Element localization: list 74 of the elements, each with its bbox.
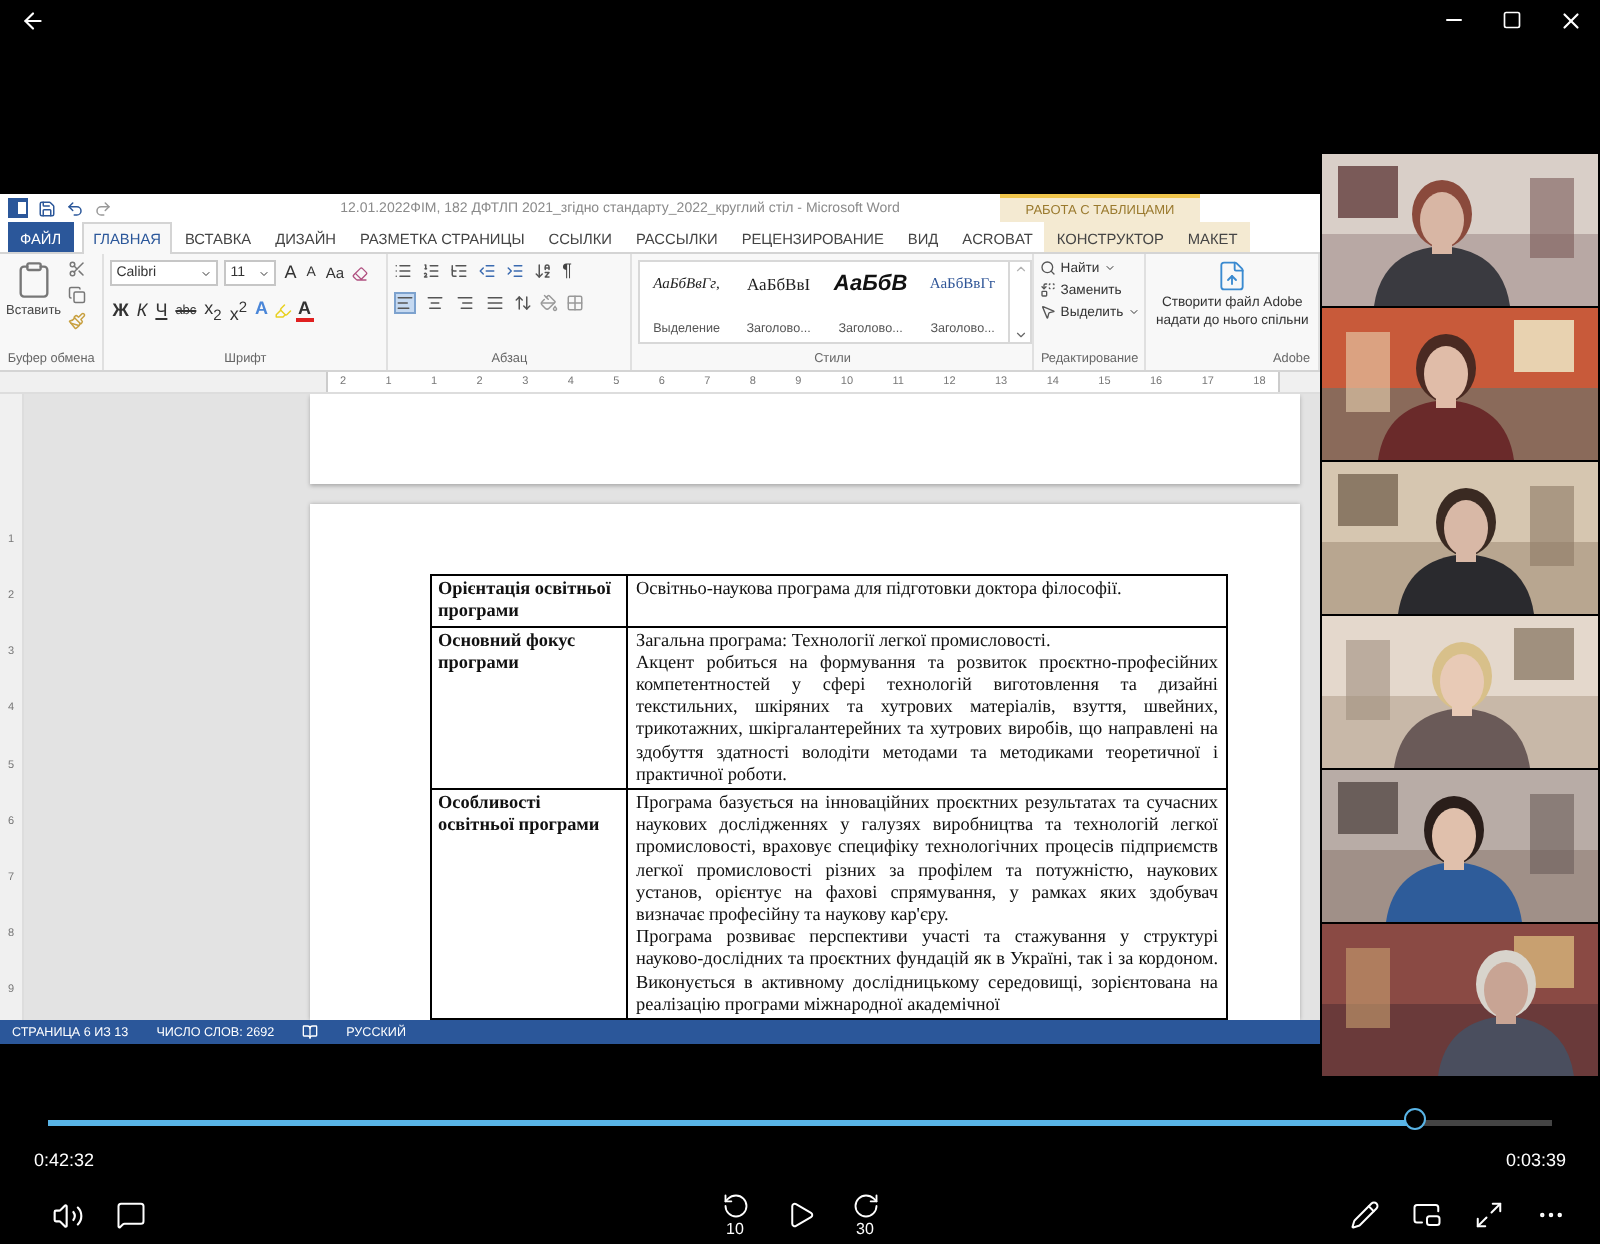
redo-icon[interactable]	[94, 199, 112, 217]
align-center-icon	[426, 294, 445, 312]
caret-icon	[258, 267, 271, 279]
table-cell: Акцент робиться на формування та розвиток проєктно-професійних компетентностей у сфері технологій виготовлення та дизайні текстильних, шкіряних та хутрових матеріалів, взуття, швейних, трикотажних, шкіргалантерейних та хутрових виробів, що направлені на здобуття здатності володіти методами та методиками теоретичної і практичної роботи.	[636, 651, 1218, 786]
format-button[interactable]: x$^{2}$	[227, 296, 250, 326]
scissors-icon[interactable]	[67, 260, 86, 278]
circular-arrow-icon	[851, 1192, 879, 1220]
play-button[interactable]	[785, 1200, 815, 1230]
proofing-icon	[302, 1024, 319, 1040]
pointer-icon	[1040, 304, 1057, 320]
remaining-time: 0:03:39	[1505, 1150, 1566, 1170]
replace-icon	[1040, 282, 1057, 298]
table-cell: Програма розвиває перспективи участі та стажування у структурі науково-дослідних та проєктних фундацій як в Україні, так і за кордоном. Виконується в активному дослідницькому середовищі, зорієнтована на реалізацію програми міжнародної академічної	[636, 926, 1218, 1016]
play-icon	[785, 1200, 815, 1230]
mini-view-icon	[1412, 1200, 1442, 1230]
decrease-indent-icon[interactable]	[478, 261, 497, 279]
align-justify-button[interactable]	[484, 292, 507, 314]
captions-button[interactable]	[116, 1200, 146, 1230]
file-upload-icon	[1216, 260, 1249, 292]
pencil-button[interactable]	[1350, 1200, 1380, 1230]
search-icon	[1040, 260, 1057, 276]
pilcrow-button[interactable]: ¶	[562, 260, 572, 280]
elapsed-time: 0:42:32	[34, 1150, 95, 1170]
grow-font-button[interactable]: A	[282, 262, 299, 284]
align-right-button[interactable]	[454, 292, 477, 314]
table-cell: Основний фокус програми	[432, 627, 628, 788]
format-button[interactable]: Ж	[110, 300, 131, 322]
format-button[interactable]: К	[134, 300, 150, 322]
format-button[interactable]: x$_{2}$	[202, 297, 224, 325]
table-cell: Програма базується на інноваційних проєктних результатах та сучасних наукових дослідженнях у галузях виробництва та технологій легкої промисловості, враховує специфіку технологічних процесів підприємств легкої промисловості різних за профілем та потужністю, наукових установ, орієнтує на фахові спрямування, у рамках яких здобувач визначає професійну та наукову кар'єру.	[636, 791, 1218, 927]
maximize-icon	[1502, 10, 1522, 30]
caret-icon	[200, 267, 213, 279]
align-left-button[interactable]	[394, 292, 417, 314]
circular-arrow-icon	[721, 1192, 749, 1220]
line-spacing-icon[interactable]	[514, 294, 533, 312]
maximize-button[interactable]	[1502, 10, 1522, 30]
caret-icon	[1127, 306, 1140, 318]
mini-view-button[interactable]	[1412, 1200, 1442, 1230]
speaker-icon	[52, 1199, 84, 1231]
save-icon[interactable]	[38, 199, 56, 217]
eraser-icon[interactable]	[352, 265, 369, 281]
sort-icon[interactable]	[534, 261, 553, 279]
format-button[interactable]: Ч	[153, 300, 170, 322]
align-left-icon	[396, 294, 415, 312]
scroll-down-icon[interactable]	[1013, 328, 1028, 342]
numbered-list-icon[interactable]	[422, 261, 441, 279]
undo-icon[interactable]	[66, 199, 84, 217]
skip-forward-button[interactable]: 30	[847, 1192, 883, 1238]
borders-icon[interactable]	[566, 294, 585, 312]
pencil-icon	[1350, 1200, 1380, 1230]
volume-button[interactable]	[52, 1199, 84, 1231]
table-cell: Орієнтація освітньої програми	[432, 576, 628, 626]
back-arrow-icon	[20, 7, 46, 33]
fullscreen-icon	[1474, 1200, 1504, 1230]
align-right-icon	[456, 294, 475, 312]
font-color-button[interactable]: A	[296, 300, 314, 322]
shading-icon[interactable]	[540, 294, 559, 312]
align-justify-icon	[486, 294, 505, 312]
caret-icon	[1103, 262, 1116, 274]
back-button[interactable]	[20, 7, 46, 33]
table-cell-text: Загальна програма: Технології легкої промисловості.	[636, 629, 1053, 652]
skip-back-button[interactable]: 10	[717, 1192, 753, 1238]
multilevel-list-icon[interactable]	[450, 261, 469, 279]
align-center-button[interactable]	[424, 292, 447, 314]
table-cell: Особливості освітньої програми	[432, 789, 628, 1018]
progress-thumb[interactable]	[1404, 1107, 1427, 1129]
increase-indent-icon[interactable]	[506, 261, 525, 279]
close-icon	[1558, 7, 1584, 33]
copy-icon[interactable]	[67, 286, 86, 304]
captions-icon	[116, 1200, 146, 1230]
table-cell-text: Освітньо-наукова програма для підготовки доктора філософії.	[636, 578, 1124, 601]
fullscreen-button[interactable]	[1474, 1200, 1504, 1230]
close-button[interactable]	[1558, 7, 1584, 33]
bullet-list-icon[interactable]	[394, 261, 413, 279]
